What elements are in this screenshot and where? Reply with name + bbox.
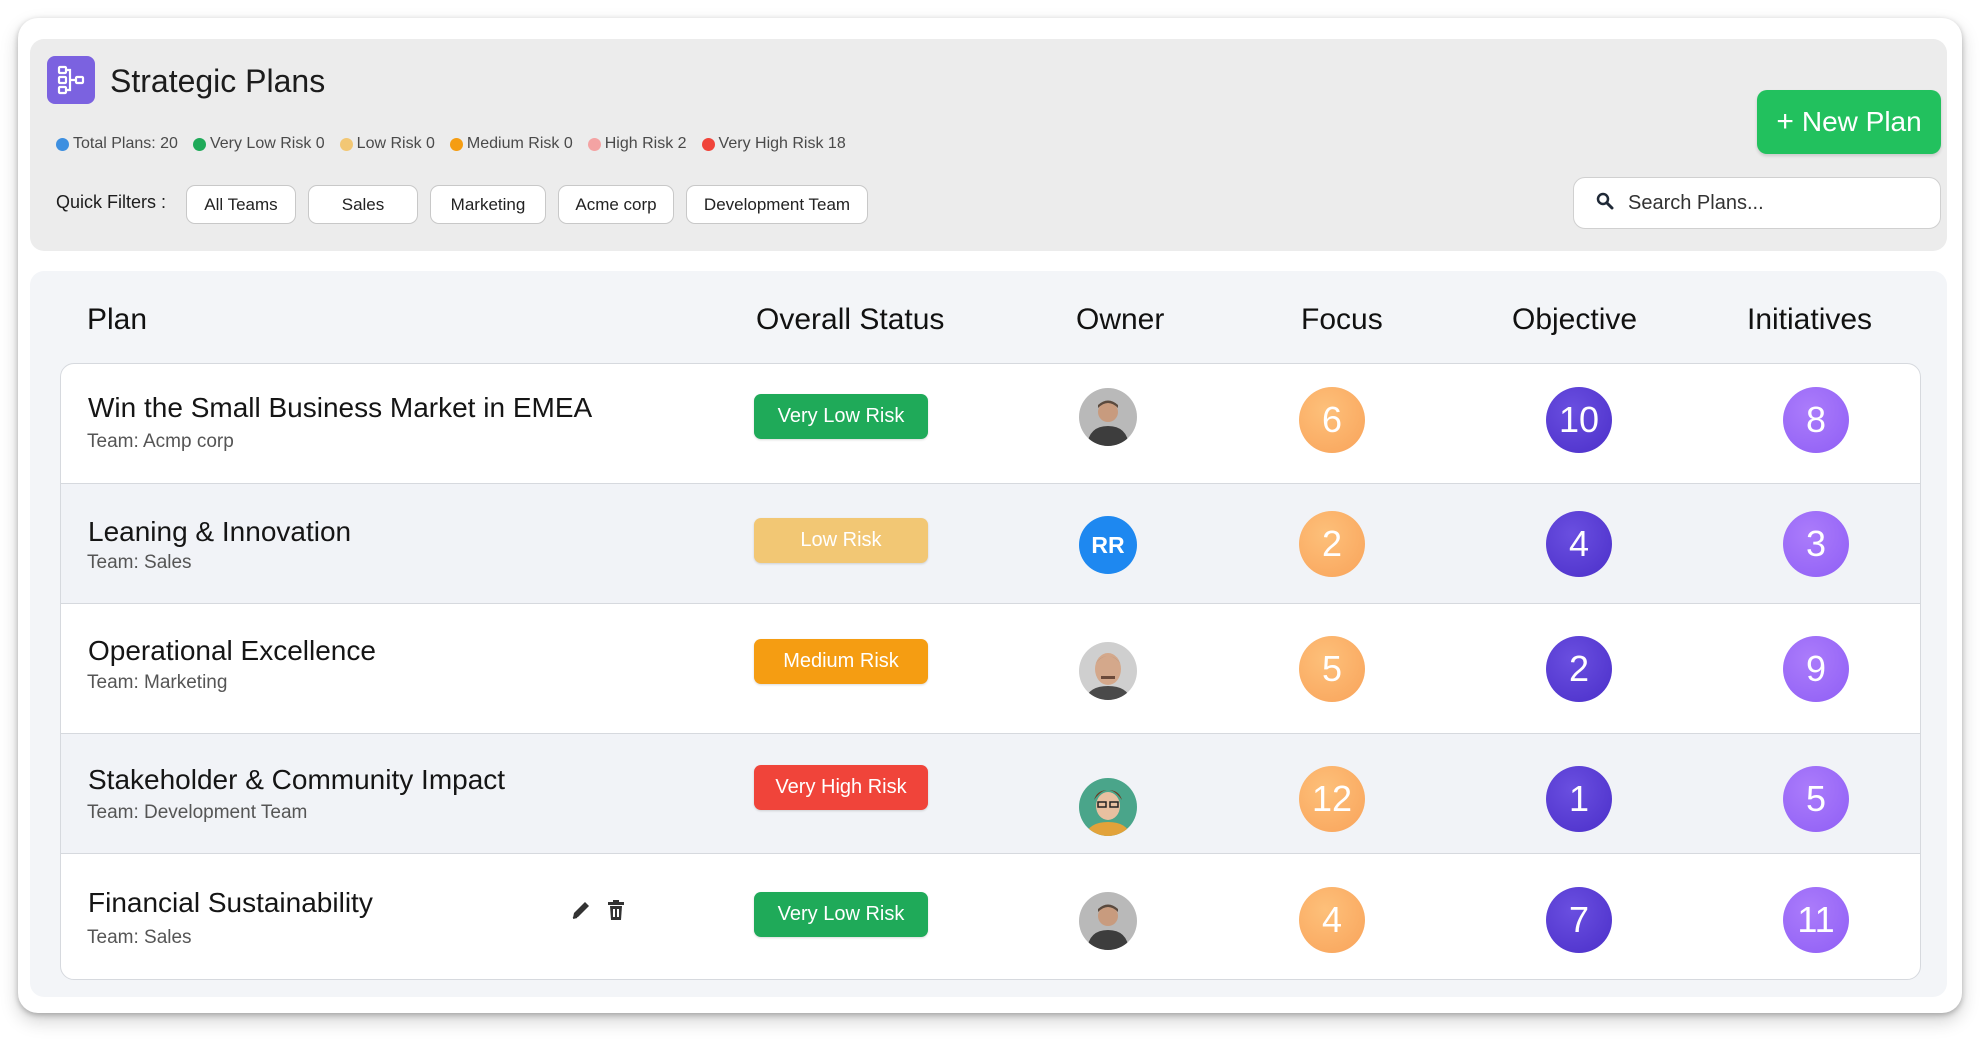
status-badge: Very Low Risk [754, 892, 928, 937]
table-row[interactable]: Financial Sustainability Team: Sales Ver… [61, 854, 1920, 979]
stat-low: Low Risk 0 [339, 135, 435, 153]
initiatives-count: 3 [1783, 511, 1849, 577]
filter-acme-corp[interactable]: Acme corp [558, 185, 674, 224]
filter-all-teams[interactable]: All Teams [186, 185, 296, 224]
objective-count: 10 [1546, 387, 1612, 453]
plan-name[interactable]: Stakeholder & Community Impact [88, 764, 505, 796]
plus-icon: + [1776, 105, 1794, 138]
search-icon [1596, 192, 1614, 215]
filter-marketing[interactable]: Marketing [430, 185, 546, 224]
plan-team: Team: Sales [87, 927, 192, 948]
quick-filters: All Teams Sales Marketing Acme corp Deve… [186, 185, 868, 224]
stat-total: Total Plans: 20 [56, 135, 178, 153]
plan-name[interactable]: Win the Small Business Market in EMEA [88, 392, 592, 424]
stat-medium: Medium Risk 0 [449, 135, 573, 153]
hierarchy-icon [47, 56, 95, 104]
initiatives-count: 9 [1783, 636, 1849, 702]
app-window: Strategic Plans Total Plans: 20 Very Low… [18, 18, 1962, 1013]
edit-icon[interactable] [570, 899, 592, 926]
header-panel: Strategic Plans Total Plans: 20 Very Low… [30, 39, 1947, 251]
initiatives-count: 8 [1783, 387, 1849, 453]
plan-name[interactable]: Leaning & Innovation [88, 516, 351, 548]
owner-avatar-initials[interactable]: RR [1079, 516, 1137, 574]
table-row[interactable]: Leaning & Innovation Team: Sales Low Ris… [61, 484, 1920, 604]
stat-very-high: Very High Risk 18 [701, 135, 846, 153]
column-header-objective: Objective [1512, 303, 1638, 336]
table-row[interactable]: Stakeholder & Community Impact Team: Dev… [61, 734, 1920, 854]
column-header-owner: Owner [1076, 303, 1165, 336]
new-plan-button[interactable]: + New Plan [1757, 90, 1941, 154]
column-header-focus: Focus [1301, 303, 1383, 336]
plan-team: Team: Sales [87, 552, 192, 573]
stat-very-low: Very Low Risk 0 [192, 135, 325, 153]
status-badge: Very Low Risk [754, 394, 928, 439]
plans-table-panel: Plan Overall Status Owner Focus Objectiv… [30, 271, 1947, 997]
page-title: Strategic Plans [110, 63, 326, 99]
table-row[interactable]: Win the Small Business Market in EMEA Te… [61, 364, 1920, 484]
search-box[interactable] [1573, 177, 1941, 229]
owner-avatar[interactable] [1079, 778, 1137, 836]
filter-sales[interactable]: Sales [308, 185, 418, 224]
objective-count: 2 [1546, 636, 1612, 702]
status-badge: Very High Risk [754, 765, 928, 810]
quick-filters-label: Quick Filters : [56, 192, 167, 212]
objective-count: 7 [1546, 887, 1612, 953]
focus-count: 6 [1299, 387, 1365, 453]
stat-high: High Risk 2 [587, 135, 687, 153]
column-header-initiatives: Initiatives [1747, 303, 1873, 336]
objective-count: 1 [1546, 766, 1612, 832]
owner-avatar[interactable] [1079, 388, 1137, 446]
focus-count: 4 [1299, 887, 1365, 953]
table-row[interactable]: Operational Excellence Team: Marketing M… [61, 604, 1920, 734]
objective-count: 4 [1546, 511, 1612, 577]
initiatives-count: 5 [1783, 766, 1849, 832]
column-header-plan: Plan [87, 303, 148, 336]
risk-stats: Total Plans: 20 Very Low Risk 0 Low Risk… [56, 135, 846, 153]
plan-name[interactable]: Financial Sustainability [88, 887, 373, 919]
row-actions [570, 899, 626, 926]
plan-team: Team: Marketing [87, 672, 228, 693]
focus-count: 2 [1299, 511, 1365, 577]
plans-table: Win the Small Business Market in EMEA Te… [60, 363, 1921, 980]
filter-development-team[interactable]: Development Team [686, 185, 868, 224]
status-badge: Medium Risk [754, 639, 928, 684]
column-header-overall-status: Overall Status [756, 303, 945, 336]
delete-icon[interactable] [606, 899, 626, 926]
search-input[interactable] [1628, 191, 1908, 215]
plan-team: Team: Development Team [87, 802, 308, 823]
focus-count: 12 [1299, 766, 1365, 832]
owner-avatar[interactable] [1079, 642, 1137, 700]
status-badge: Low Risk [754, 518, 928, 563]
owner-avatar[interactable] [1079, 892, 1137, 950]
plan-team: Team: Acmp corp [87, 431, 234, 452]
focus-count: 5 [1299, 636, 1365, 702]
plan-name[interactable]: Operational Excellence [88, 635, 376, 667]
initiatives-count: 11 [1783, 887, 1849, 953]
